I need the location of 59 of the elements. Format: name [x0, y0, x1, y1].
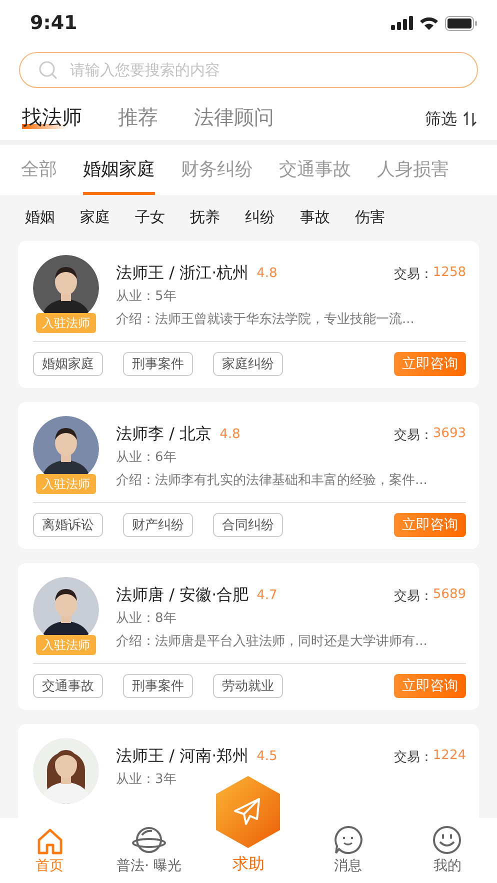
experience-text: 从业：8年: [116, 610, 178, 628]
specialty-tag: 财产纠纷: [123, 513, 193, 537]
chat-icon[interactable]: [332, 825, 363, 855]
trades-count: 5689: [432, 586, 466, 604]
experience-text: 从业：6年: [116, 449, 178, 467]
wifi-icon: [419, 16, 439, 30]
trades-count: 1258: [432, 264, 466, 282]
rating: 4.7: [256, 588, 278, 603]
specialty-tag: 婚姻家庭: [33, 352, 103, 376]
specialty-tag: 离婚诉讼: [33, 513, 103, 537]
trades-label: 交易：: [394, 748, 433, 766]
trades-count: 3693: [432, 426, 466, 442]
tab[interactable]: 法律顾问: [194, 104, 274, 134]
lawyer-name: 法师李 / 北京: [116, 424, 212, 445]
nav-label[interactable]: 我的: [433, 857, 462, 875]
intro-text: 介绍：法师唐是平台入驻法师，同时还是大学讲师有...: [116, 633, 428, 651]
trades-label: 交易：: [394, 426, 433, 444]
trades-label: 交易：: [394, 588, 433, 604]
home-icon[interactable]: [36, 827, 64, 855]
rating: 4.8: [256, 266, 278, 281]
filter-tag[interactable]: 伤害: [355, 208, 385, 226]
nav-label[interactable]: 消息: [334, 857, 362, 875]
intro-text: 介绍：法师李有扎实的法律基础和丰富的经验，案件...: [116, 472, 428, 490]
verified-badge: 入驻法师: [36, 313, 96, 333]
search-field[interactable]: 请输入您要搜索的内容: [19, 52, 478, 88]
signal-icon: [391, 16, 413, 30]
rating: 4.8: [220, 427, 240, 442]
filter-tag[interactable]: 事故: [300, 208, 330, 226]
rating: 4.5: [256, 749, 278, 764]
smiley-icon[interactable]: [432, 825, 462, 855]
verified-badge: 入驻法师: [36, 474, 96, 494]
planet-icon[interactable]: [132, 825, 166, 855]
filter-tag[interactable]: 抚养: [190, 208, 220, 226]
lawyer-name: 法师王 / 浙江·杭州: [116, 263, 249, 284]
tab[interactable]: 推荐: [118, 104, 158, 134]
sort-icon: [463, 111, 477, 127]
specialty-tag: 合同纠纷: [213, 513, 283, 537]
intro-text: 介绍：法师王曾就读于华东法学院，专业技能一流...: [116, 311, 416, 329]
verified-badge: 入驻法师: [36, 635, 96, 655]
nav-label[interactable]: 普法· 曝光: [116, 857, 182, 875]
specialty-tag: 劳动就业: [213, 674, 283, 698]
specialty-tag: 刑事案件: [123, 352, 193, 376]
specialty-tag: 家庭纠纷: [213, 352, 283, 376]
trades-label: 交易：: [394, 266, 433, 282]
filter-tag[interactable]: 子女: [135, 208, 165, 226]
filter-tag[interactable]: 家庭: [80, 208, 110, 226]
experience-text: 从业：3年: [116, 771, 178, 789]
experience-text: 从业：5年: [116, 288, 178, 306]
send-button[interactable]: [215, 775, 282, 849]
filter-button[interactable]: 筛选: [425, 108, 477, 130]
status-time: 9:41: [30, 12, 78, 34]
filter-tag[interactable]: 婚姻: [25, 208, 55, 226]
trades-count: 1224: [432, 748, 466, 764]
lawyer-name: 法师王 / 河南·郑州: [116, 746, 249, 767]
battery-icon: [445, 16, 477, 30]
specialty-tag: 交通事故: [33, 674, 103, 698]
lawyer-name: 法师唐 / 安徽·合肥: [116, 585, 249, 606]
filter-tag[interactable]: 纠纷: [245, 208, 275, 226]
specialty-tag: 刑事案件: [123, 674, 193, 698]
